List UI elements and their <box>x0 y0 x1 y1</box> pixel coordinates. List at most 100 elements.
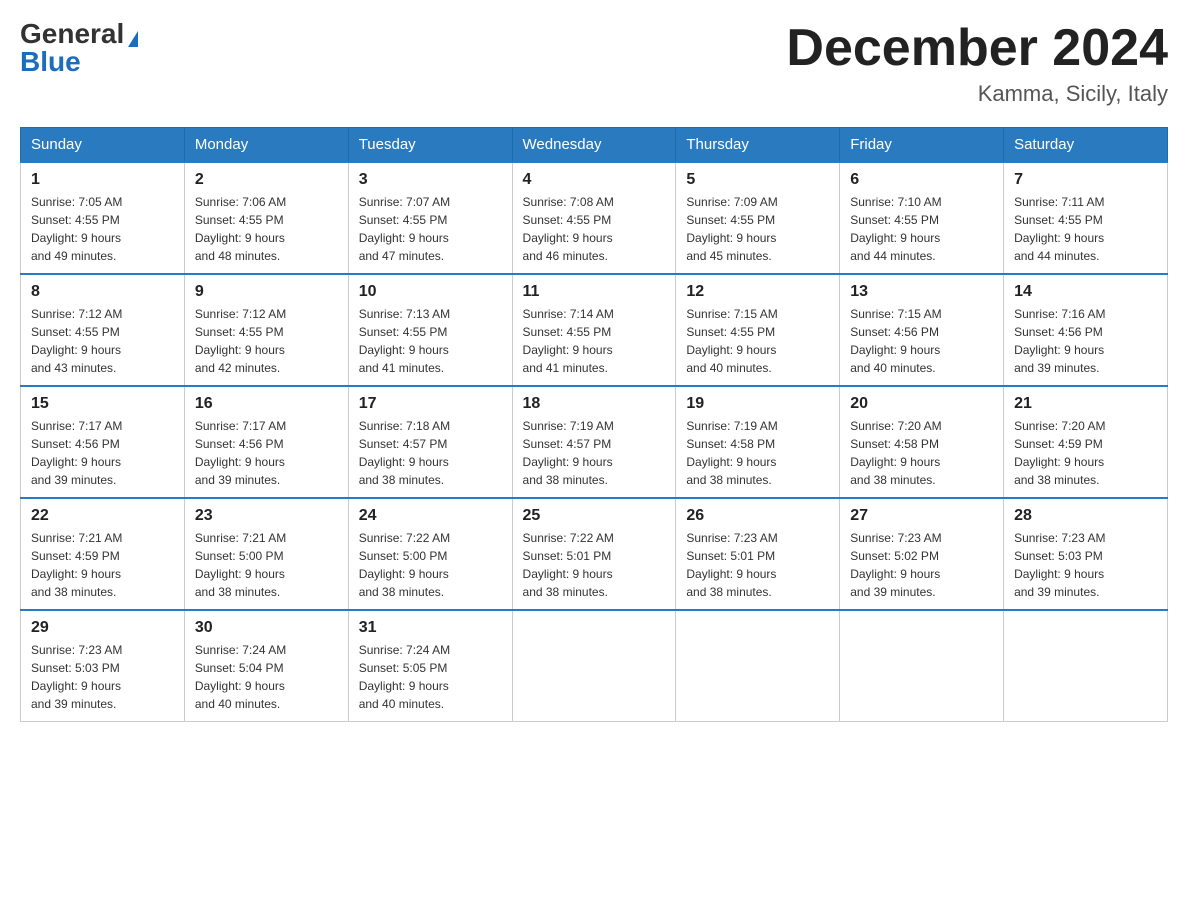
week-row-1: 1 Sunrise: 7:05 AM Sunset: 4:55 PM Dayli… <box>21 162 1168 274</box>
day-info: Sunrise: 7:19 AM Sunset: 4:57 PM Dayligh… <box>523 417 666 489</box>
day-info: Sunrise: 7:16 AM Sunset: 4:56 PM Dayligh… <box>1014 305 1157 377</box>
col-saturday: Saturday <box>1004 128 1168 163</box>
logo: General Blue <box>20 20 138 76</box>
day-number: 14 <box>1014 283 1157 301</box>
calendar-cell <box>512 610 676 722</box>
calendar-cell: 11 Sunrise: 7:14 AM Sunset: 4:55 PM Dayl… <box>512 274 676 386</box>
day-info: Sunrise: 7:18 AM Sunset: 4:57 PM Dayligh… <box>359 417 502 489</box>
day-number: 9 <box>195 283 338 301</box>
month-title: December 2024 <box>786 20 1168 77</box>
logo-general-line: General <box>20 20 138 48</box>
calendar-cell: 27 Sunrise: 7:23 AM Sunset: 5:02 PM Dayl… <box>840 498 1004 610</box>
title-section: December 2024 Kamma, Sicily, Italy <box>786 20 1168 107</box>
calendar-cell: 23 Sunrise: 7:21 AM Sunset: 5:00 PM Dayl… <box>184 498 348 610</box>
col-tuesday: Tuesday <box>348 128 512 163</box>
day-info: Sunrise: 7:21 AM Sunset: 4:59 PM Dayligh… <box>31 529 174 601</box>
calendar-cell: 28 Sunrise: 7:23 AM Sunset: 5:03 PM Dayl… <box>1004 498 1168 610</box>
calendar-cell: 17 Sunrise: 7:18 AM Sunset: 4:57 PM Dayl… <box>348 386 512 498</box>
calendar-cell: 13 Sunrise: 7:15 AM Sunset: 4:56 PM Dayl… <box>840 274 1004 386</box>
calendar-cell: 2 Sunrise: 7:06 AM Sunset: 4:55 PM Dayli… <box>184 162 348 274</box>
day-info: Sunrise: 7:15 AM Sunset: 4:55 PM Dayligh… <box>686 305 829 377</box>
day-info: Sunrise: 7:08 AM Sunset: 4:55 PM Dayligh… <box>523 193 666 265</box>
day-info: Sunrise: 7:10 AM Sunset: 4:55 PM Dayligh… <box>850 193 993 265</box>
calendar-cell: 24 Sunrise: 7:22 AM Sunset: 5:00 PM Dayl… <box>348 498 512 610</box>
day-number: 31 <box>359 619 502 637</box>
day-info: Sunrise: 7:12 AM Sunset: 4:55 PM Dayligh… <box>31 305 174 377</box>
day-info: Sunrise: 7:22 AM Sunset: 5:00 PM Dayligh… <box>359 529 502 601</box>
location-text: Kamma, Sicily, Italy <box>786 81 1168 107</box>
day-info: Sunrise: 7:17 AM Sunset: 4:56 PM Dayligh… <box>31 417 174 489</box>
calendar-cell <box>840 610 1004 722</box>
day-number: 4 <box>523 171 666 189</box>
day-number: 19 <box>686 395 829 413</box>
col-thursday: Thursday <box>676 128 840 163</box>
day-number: 29 <box>31 619 174 637</box>
day-info: Sunrise: 7:23 AM Sunset: 5:03 PM Dayligh… <box>31 641 174 713</box>
day-info: Sunrise: 7:17 AM Sunset: 4:56 PM Dayligh… <box>195 417 338 489</box>
day-number: 24 <box>359 507 502 525</box>
day-info: Sunrise: 7:11 AM Sunset: 4:55 PM Dayligh… <box>1014 193 1157 265</box>
day-info: Sunrise: 7:06 AM Sunset: 4:55 PM Dayligh… <box>195 193 338 265</box>
day-number: 3 <box>359 171 502 189</box>
calendar-cell: 21 Sunrise: 7:20 AM Sunset: 4:59 PM Dayl… <box>1004 386 1168 498</box>
day-number: 10 <box>359 283 502 301</box>
calendar-table: Sunday Monday Tuesday Wednesday Thursday… <box>20 127 1168 722</box>
calendar-cell: 3 Sunrise: 7:07 AM Sunset: 4:55 PM Dayli… <box>348 162 512 274</box>
logo-blue-text: Blue <box>20 46 81 77</box>
day-number: 8 <box>31 283 174 301</box>
col-friday: Friday <box>840 128 1004 163</box>
calendar-cell: 16 Sunrise: 7:17 AM Sunset: 4:56 PM Dayl… <box>184 386 348 498</box>
calendar-cell: 22 Sunrise: 7:21 AM Sunset: 4:59 PM Dayl… <box>21 498 185 610</box>
calendar-cell: 25 Sunrise: 7:22 AM Sunset: 5:01 PM Dayl… <box>512 498 676 610</box>
day-info: Sunrise: 7:14 AM Sunset: 4:55 PM Dayligh… <box>523 305 666 377</box>
day-number: 27 <box>850 507 993 525</box>
day-number: 26 <box>686 507 829 525</box>
calendar-cell: 8 Sunrise: 7:12 AM Sunset: 4:55 PM Dayli… <box>21 274 185 386</box>
page-header: General Blue December 2024 Kamma, Sicily… <box>20 20 1168 107</box>
day-info: Sunrise: 7:23 AM Sunset: 5:01 PM Dayligh… <box>686 529 829 601</box>
calendar-cell <box>676 610 840 722</box>
week-row-3: 15 Sunrise: 7:17 AM Sunset: 4:56 PM Dayl… <box>21 386 1168 498</box>
calendar-cell: 31 Sunrise: 7:24 AM Sunset: 5:05 PM Dayl… <box>348 610 512 722</box>
day-info: Sunrise: 7:19 AM Sunset: 4:58 PM Dayligh… <box>686 417 829 489</box>
calendar-cell: 19 Sunrise: 7:19 AM Sunset: 4:58 PM Dayl… <box>676 386 840 498</box>
day-info: Sunrise: 7:12 AM Sunset: 4:55 PM Dayligh… <box>195 305 338 377</box>
calendar-cell: 10 Sunrise: 7:13 AM Sunset: 4:55 PM Dayl… <box>348 274 512 386</box>
day-info: Sunrise: 7:22 AM Sunset: 5:01 PM Dayligh… <box>523 529 666 601</box>
day-number: 20 <box>850 395 993 413</box>
logo-general-text: General <box>20 18 124 49</box>
calendar-header-row: Sunday Monday Tuesday Wednesday Thursday… <box>21 128 1168 163</box>
day-info: Sunrise: 7:20 AM Sunset: 4:58 PM Dayligh… <box>850 417 993 489</box>
day-info: Sunrise: 7:20 AM Sunset: 4:59 PM Dayligh… <box>1014 417 1157 489</box>
day-number: 21 <box>1014 395 1157 413</box>
day-number: 1 <box>31 171 174 189</box>
calendar-cell <box>1004 610 1168 722</box>
day-info: Sunrise: 7:23 AM Sunset: 5:02 PM Dayligh… <box>850 529 993 601</box>
day-number: 30 <box>195 619 338 637</box>
day-info: Sunrise: 7:09 AM Sunset: 4:55 PM Dayligh… <box>686 193 829 265</box>
calendar-cell: 30 Sunrise: 7:24 AM Sunset: 5:04 PM Dayl… <box>184 610 348 722</box>
day-number: 17 <box>359 395 502 413</box>
day-number: 13 <box>850 283 993 301</box>
day-number: 22 <box>31 507 174 525</box>
day-number: 2 <box>195 171 338 189</box>
day-info: Sunrise: 7:05 AM Sunset: 4:55 PM Dayligh… <box>31 193 174 265</box>
day-number: 18 <box>523 395 666 413</box>
day-number: 16 <box>195 395 338 413</box>
week-row-2: 8 Sunrise: 7:12 AM Sunset: 4:55 PM Dayli… <box>21 274 1168 386</box>
day-info: Sunrise: 7:21 AM Sunset: 5:00 PM Dayligh… <box>195 529 338 601</box>
calendar-cell: 9 Sunrise: 7:12 AM Sunset: 4:55 PM Dayli… <box>184 274 348 386</box>
day-info: Sunrise: 7:24 AM Sunset: 5:04 PM Dayligh… <box>195 641 338 713</box>
day-number: 5 <box>686 171 829 189</box>
calendar-cell: 6 Sunrise: 7:10 AM Sunset: 4:55 PM Dayli… <box>840 162 1004 274</box>
logo-triangle-icon <box>128 31 138 47</box>
col-sunday: Sunday <box>21 128 185 163</box>
day-number: 11 <box>523 283 666 301</box>
day-info: Sunrise: 7:24 AM Sunset: 5:05 PM Dayligh… <box>359 641 502 713</box>
week-row-5: 29 Sunrise: 7:23 AM Sunset: 5:03 PM Dayl… <box>21 610 1168 722</box>
col-monday: Monday <box>184 128 348 163</box>
day-number: 12 <box>686 283 829 301</box>
day-number: 28 <box>1014 507 1157 525</box>
calendar-cell: 18 Sunrise: 7:19 AM Sunset: 4:57 PM Dayl… <box>512 386 676 498</box>
calendar-cell: 26 Sunrise: 7:23 AM Sunset: 5:01 PM Dayl… <box>676 498 840 610</box>
